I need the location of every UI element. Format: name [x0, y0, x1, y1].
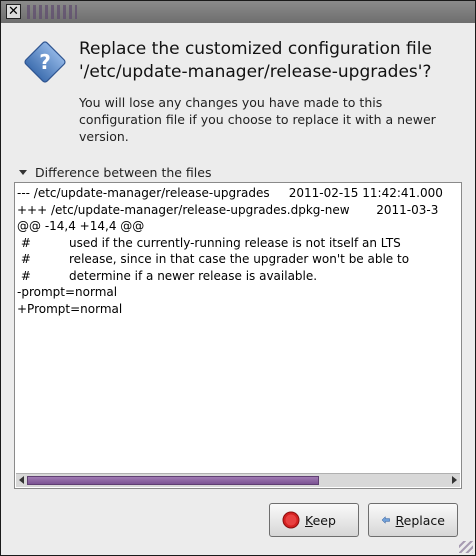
- diff-expander[interactable]: Difference between the files: [15, 164, 211, 180]
- stop-icon: [282, 511, 300, 529]
- question-icon: ?: [24, 41, 66, 83]
- message-line: configuration file if you choose to repl…: [79, 112, 436, 127]
- expander-label: Difference between the files: [35, 164, 212, 180]
- diff-line: --- /etc/update-manager/release-upgrades…: [17, 186, 443, 200]
- replace-arrow-icon: [381, 516, 390, 524]
- diff-line: -prompt=normal: [17, 285, 118, 299]
- dialog-body: ? Replace the customized configuration f…: [9, 23, 467, 547]
- dialog-message: You will lose any changes you have made …: [79, 94, 449, 145]
- svg-text:?: ?: [39, 50, 51, 74]
- triangle-down-icon: [19, 169, 27, 175]
- titlebar-decoration: [27, 5, 77, 19]
- message-line: You will lose any changes you have made …: [79, 95, 383, 110]
- scroll-left-icon[interactable]: [19, 476, 24, 484]
- diff-line: # used if the currently-running release …: [17, 235, 401, 250]
- title-bar[interactable]: ✕: [1, 1, 475, 23]
- diff-line: +Prompt=normal: [17, 301, 123, 316]
- diff-line: @@ -14,4 +14,4 @@: [17, 219, 145, 233]
- replace-label: Replace: [396, 513, 445, 528]
- title-line: Replace the customized configuration fil…: [79, 39, 432, 59]
- diff-text: --- /etc/update-manager/release-upgrades…: [17, 185, 461, 471]
- diff-line: # determine if a newer release is availa…: [17, 268, 318, 283]
- replace-mnemonic: R: [395, 512, 404, 528]
- close-icon: ✕: [8, 4, 19, 19]
- message-line: version.: [79, 129, 129, 144]
- scroll-right-icon[interactable]: [452, 476, 457, 484]
- keep-button[interactable]: Keep: [269, 503, 359, 537]
- keep-label: Keep: [305, 513, 336, 528]
- dialog-title: Replace the customized configuration fil…: [79, 38, 469, 84]
- keep-mnemonic: K: [305, 512, 313, 528]
- close-button[interactable]: ✕: [6, 4, 21, 19]
- dialog-window: ✕ ? Replace the customized configuration…: [0, 0, 476, 556]
- keep-label-rest: eep: [312, 512, 336, 528]
- diff-line: # release, since in that case the upgrad…: [17, 252, 410, 266]
- resize-grip[interactable]: [459, 541, 473, 553]
- title-line: '/etc/update-manager/release-upgrades'?: [79, 62, 432, 82]
- diff-line: +++ /etc/update-manager/release-upgrades…: [17, 202, 439, 217]
- diff-view[interactable]: --- /etc/update-manager/release-upgrades…: [14, 182, 462, 489]
- scrollbar-thumb[interactable]: [27, 476, 319, 485]
- horizontal-scrollbar[interactable]: [16, 473, 460, 487]
- replace-label-rest: eplace: [403, 512, 445, 528]
- replace-button[interactable]: Replace: [368, 503, 458, 537]
